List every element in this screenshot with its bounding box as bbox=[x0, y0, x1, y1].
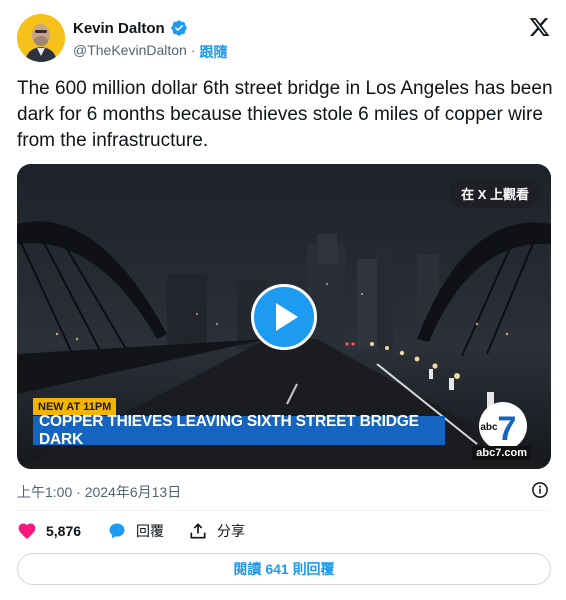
abc7-url: abc7.com bbox=[472, 446, 531, 460]
reply-bubble-icon bbox=[109, 523, 125, 539]
abc7-logo-text: abc bbox=[480, 422, 498, 433]
tweet-timestamp[interactable]: 上午1:00 · 2024年6月13日 bbox=[17, 482, 181, 502]
author-handle-row: @TheKevinDalton · 跟隨 bbox=[73, 42, 228, 62]
avatar[interactable] bbox=[17, 14, 65, 62]
author-name[interactable]: Kevin Dalton bbox=[73, 20, 165, 37]
news-headline: COPPER THIEVES LEAVING SIXTH STREET BRID… bbox=[33, 413, 445, 448]
avatar-photo bbox=[17, 14, 65, 62]
separator-dot: · bbox=[190, 42, 196, 58]
like-count: 5,876 bbox=[46, 523, 82, 539]
read-replies-count: 641 bbox=[265, 561, 289, 577]
like-button[interactable]: 5,876 bbox=[17, 521, 81, 541]
tweet-text: The 600 million dollar 6th street bridge… bbox=[17, 78, 553, 151]
abc7-logo: 7 abc bbox=[479, 402, 527, 450]
watch-on-x-button[interactable]: 在 X 上觀看 bbox=[449, 178, 541, 208]
play-button[interactable] bbox=[251, 284, 317, 350]
action-bar: 5,876 回覆 分享 bbox=[17, 521, 245, 541]
heart-icon bbox=[18, 523, 36, 539]
abc7-logo-number: 7 bbox=[498, 410, 517, 448]
share-label: 分享 bbox=[217, 523, 246, 539]
play-icon bbox=[276, 303, 298, 331]
tweet-card: Kevin Dalton @TheKevinDalton · 跟隨 The 60… bbox=[0, 0, 566, 600]
read-replies-suffix: 則回覆 bbox=[292, 561, 335, 577]
reply-label: 回覆 bbox=[136, 523, 165, 539]
read-replies-prefix: 閱讀 bbox=[233, 561, 262, 577]
x-logo-icon[interactable] bbox=[528, 16, 551, 38]
verified-badge-icon bbox=[171, 20, 187, 36]
reply-button[interactable]: 回覆 bbox=[107, 521, 164, 541]
author-name-row: Kevin Dalton bbox=[73, 19, 188, 37]
share-button[interactable]: 分享 bbox=[188, 521, 245, 541]
share-icon bbox=[190, 523, 206, 539]
author-handle[interactable]: @TheKevinDalton bbox=[73, 42, 187, 62]
divider bbox=[17, 510, 549, 511]
read-replies-button[interactable]: 閱讀 641 則回覆 bbox=[17, 553, 551, 585]
follow-button[interactable]: 跟隨 bbox=[200, 42, 228, 62]
video-player[interactable]: 在 X 上觀看 NEW AT 11PM COPPER THIEVES LEAVI… bbox=[17, 164, 551, 469]
info-icon[interactable] bbox=[531, 481, 549, 499]
